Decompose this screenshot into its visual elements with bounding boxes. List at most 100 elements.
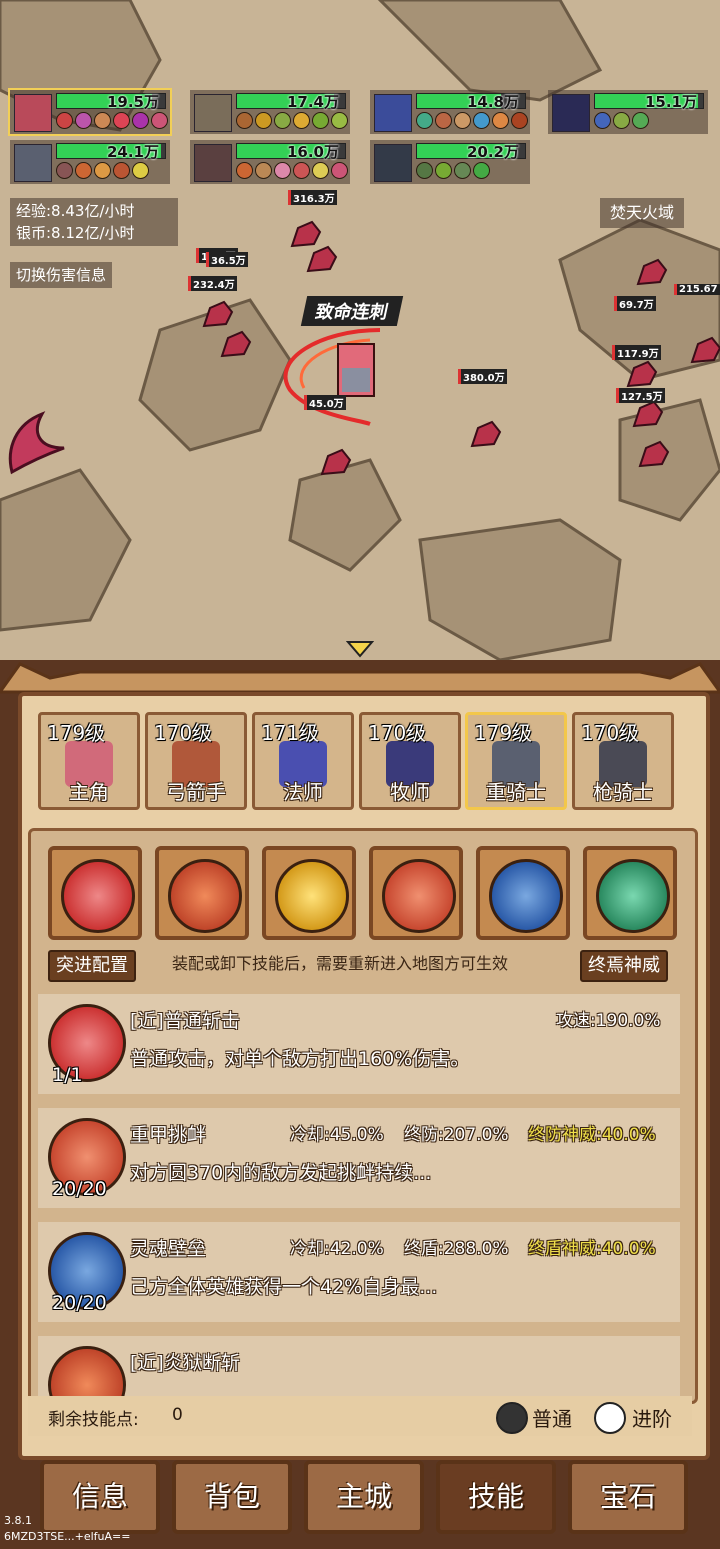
nav-gems-button[interactable]: 宝石 <box>568 1460 688 1534</box>
hero-card-6[interactable]: 16.0万 <box>190 140 350 184</box>
hp-value: 17.4万 <box>286 93 339 111</box>
nav-city-button[interactable]: 主城 <box>304 1460 424 1534</box>
equipment-icons <box>236 162 348 179</box>
skill-row-basic-slash[interactable]: 1/1 [近]普通斩击 攻速:190.0% 普通攻击，对单个敌方打出160%伤害… <box>38 994 680 1094</box>
skill-slot-3[interactable] <box>262 846 356 940</box>
skill-name: 灵魂壁垒 <box>130 1238 207 1260</box>
skill-row-soul-bulwark[interactable]: 20/20 灵魂壁垒 冷却:42.0% 终盾:288.0% 终盾神威:40.0%… <box>38 1222 680 1322</box>
version-code: 6MZD3TSE...+elfuA== <box>4 1530 131 1543</box>
hero-portrait <box>14 94 52 132</box>
hero-card-7[interactable]: 20.2万 <box>370 140 530 184</box>
equipment-icons <box>416 112 528 129</box>
skill-name: [近]炎狱断斩 <box>130 1352 240 1374</box>
claw-enemy <box>8 411 65 475</box>
skill-level: 1/1 <box>52 1064 83 1086</box>
ultimate-label[interactable]: 终焉神威 <box>580 950 668 982</box>
mode-advanced-radio[interactable] <box>594 1402 626 1434</box>
hero-name: 枪骑士 <box>593 780 653 804</box>
remaining-points-label: 剩余技能点: <box>48 1410 139 1430</box>
skill-name: [近]普通斩击 <box>130 1010 240 1032</box>
hero-card-1[interactable]: 19.5万 <box>8 88 172 136</box>
enemy-creature <box>320 448 352 476</box>
skill-callout: 致命连刺 <box>300 296 404 326</box>
hp-bar: 24.1万 <box>56 143 166 161</box>
skill-slot-2[interactable] <box>155 846 249 940</box>
skill-desc: 己方全体英雄获得一个42%自身最... <box>130 1276 438 1298</box>
hero-portrait <box>194 144 232 182</box>
golden-shield-icon <box>275 859 349 933</box>
hero-portrait <box>552 94 590 132</box>
toggle-damage-info-button[interactable]: 切换伤害信息 <box>10 262 113 288</box>
damage-number: 69.7万 <box>614 296 656 311</box>
skill-name: 重甲挑衅 <box>130 1124 207 1146</box>
skill-slot-6[interactable] <box>583 846 677 940</box>
hero-card-2[interactable]: 17.4万 <box>190 90 350 134</box>
equipment-icons <box>236 112 348 129</box>
hp-bar: 19.5万 <box>56 93 166 111</box>
hero-card-4[interactable]: 15.1万 <box>548 90 708 134</box>
hero-portrait <box>374 94 412 132</box>
mode-advanced-label[interactable]: 进阶 <box>632 1403 672 1432</box>
hero-tab-main[interactable]: 179级 主角 <box>38 712 140 810</box>
skill-stat: 冷却:45.0% <box>290 1125 384 1145</box>
hero-card-3[interactable]: 14.8万 <box>370 90 530 134</box>
skill-row-inferno-slash[interactable]: [近]炎狱断斩 <box>38 1336 680 1396</box>
damage-number: 36.5万 <box>206 252 248 267</box>
slash-icon <box>61 859 135 933</box>
enemy-creature <box>636 258 668 286</box>
hp-bar: 16.0万 <box>236 143 346 161</box>
enemy-creature <box>306 245 338 273</box>
hero-card-5[interactable]: 24.1万 <box>10 140 170 184</box>
battlefield: 19.5万 17.4万 14.8万 15.1万 24.1万 16.0万 20.2… <box>0 0 720 680</box>
nav-bag-button[interactable]: 背包 <box>172 1460 292 1534</box>
skill-slot-1[interactable] <box>48 846 142 940</box>
hp-bar: 17.4万 <box>236 93 346 111</box>
hero-level: 179级 <box>47 721 106 745</box>
hp-value: 16.0万 <box>286 143 339 161</box>
damage-number: 117.9万 <box>612 345 661 360</box>
equipment-icons <box>56 162 149 179</box>
skill-stat: 冷却:42.0% <box>290 1239 384 1259</box>
hero-level: 171级 <box>261 721 320 745</box>
charge-config-label[interactable]: 突进配置 <box>48 950 136 982</box>
sword-icon <box>48 1346 126 1396</box>
enemy-creature <box>626 360 658 388</box>
skill-slot-4[interactable] <box>369 846 463 940</box>
hero-tab-priest[interactable]: 170级 牧师 <box>359 712 461 810</box>
hero-tab-mage[interactable]: 171级 法师 <box>252 712 354 810</box>
mode-normal-radio[interactable] <box>496 1402 528 1434</box>
hero-portrait <box>14 144 52 182</box>
equipment-icons <box>594 112 649 129</box>
skill-stat: 终盾:288.0% <box>404 1239 509 1259</box>
hp-bar: 14.8万 <box>416 93 526 111</box>
hero-tab-archer[interactable]: 170级 弓箭手 <box>145 712 247 810</box>
hero-portrait <box>194 94 232 132</box>
hp-value: 19.5万 <box>106 93 159 111</box>
damage-number: 127.5万 <box>616 388 665 403</box>
nav-info-button[interactable]: 信息 <box>40 1460 160 1534</box>
enemy-creature <box>470 420 502 448</box>
skill-stat: 终防:207.0% <box>404 1125 509 1145</box>
version-number: 3.8.1 <box>4 1514 32 1527</box>
hero-name: 牧师 <box>390 780 430 804</box>
mode-normal-label[interactable]: 普通 <box>532 1403 572 1432</box>
damage-number: 316.3万 <box>288 190 337 205</box>
hp-bar: 20.2万 <box>416 143 526 161</box>
hero-tab-heavy-knight[interactable]: 179级 重骑士 <box>465 712 567 810</box>
zone-name: 焚天火域 <box>600 198 685 228</box>
nav-skills-button[interactable]: 技能 <box>436 1460 556 1534</box>
remaining-points-value: 0 <box>172 1405 183 1425</box>
hero-name: 重骑士 <box>486 780 546 804</box>
equipment-icons <box>56 112 168 129</box>
skill-row-taunt[interactable]: 20/20 重甲挑衅 冷却:45.0% 终防:207.0% 终防神威:40.0%… <box>38 1108 680 1208</box>
config-hint: 装配或卸下技能后，需要重新进入地图方可生效 <box>172 954 509 973</box>
enemy-creature <box>638 440 670 468</box>
enemy-creature <box>220 330 252 358</box>
skill-desc: 普通攻击，对单个敌方打出160%伤害。 <box>130 1048 470 1070</box>
skill-slot-5[interactable] <box>476 846 570 940</box>
banner-icon <box>596 859 670 933</box>
skill-level: 20/20 <box>52 1178 107 1200</box>
skill-stat-highlight: 终防神威:40.0% <box>528 1125 656 1145</box>
hero-tab-lancer[interactable]: 170级 枪骑士 <box>572 712 674 810</box>
skill-stat-highlight: 终盾神威:40.0% <box>528 1239 656 1259</box>
